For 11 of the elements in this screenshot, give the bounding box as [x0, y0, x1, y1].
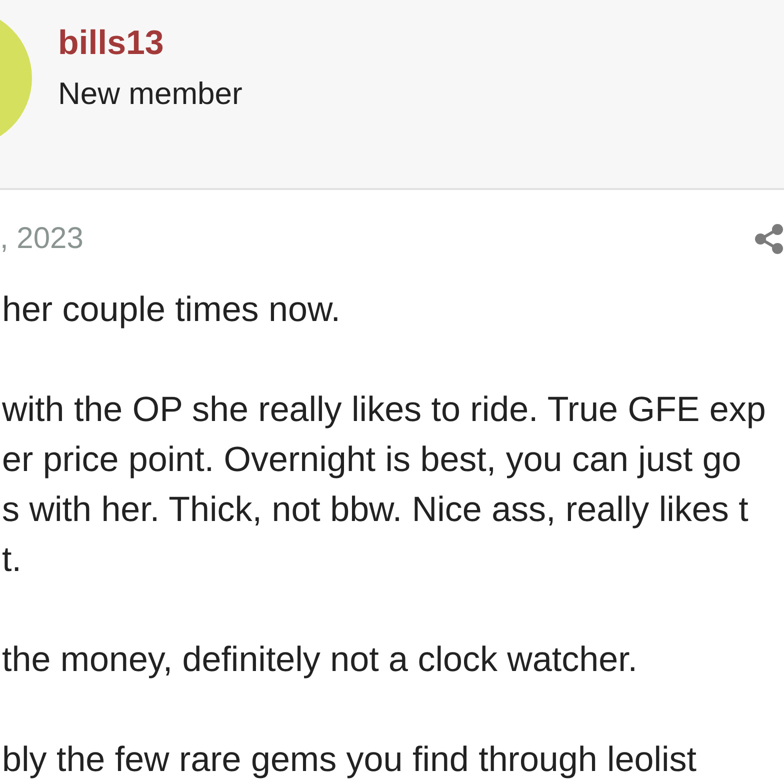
post-text-line: t.: [2, 539, 22, 581]
post-text-line: s with her. Thick, not bbw. Nice ass, really likes t: [2, 489, 750, 531]
post-text-line: er price point. Overnight is best, you can just go: [2, 439, 742, 481]
username-link[interactable]: bills13: [58, 23, 242, 63]
post-date[interactable]: , 2023: [0, 219, 84, 259]
post-text-line: the money, definitely not a clock watcher.: [2, 639, 639, 681]
post-text-line: her couple times now.: [2, 289, 342, 331]
member-role: New member: [58, 75, 242, 113]
share-icon[interactable]: [755, 224, 783, 254]
post-text-line: with the OP she really likes to ride. True GFE exp: [2, 389, 767, 431]
post-text-line: bly the few rare gems you find through leolist: [2, 739, 698, 781]
